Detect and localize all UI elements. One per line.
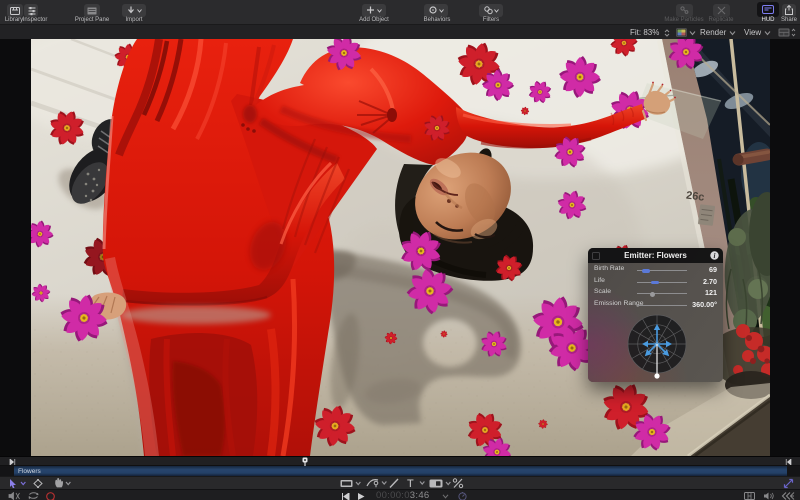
svg-text:i: i <box>714 252 716 260</box>
svg-text:T: T <box>407 478 414 488</box>
svg-text:26c: 26c <box>685 190 705 204</box>
